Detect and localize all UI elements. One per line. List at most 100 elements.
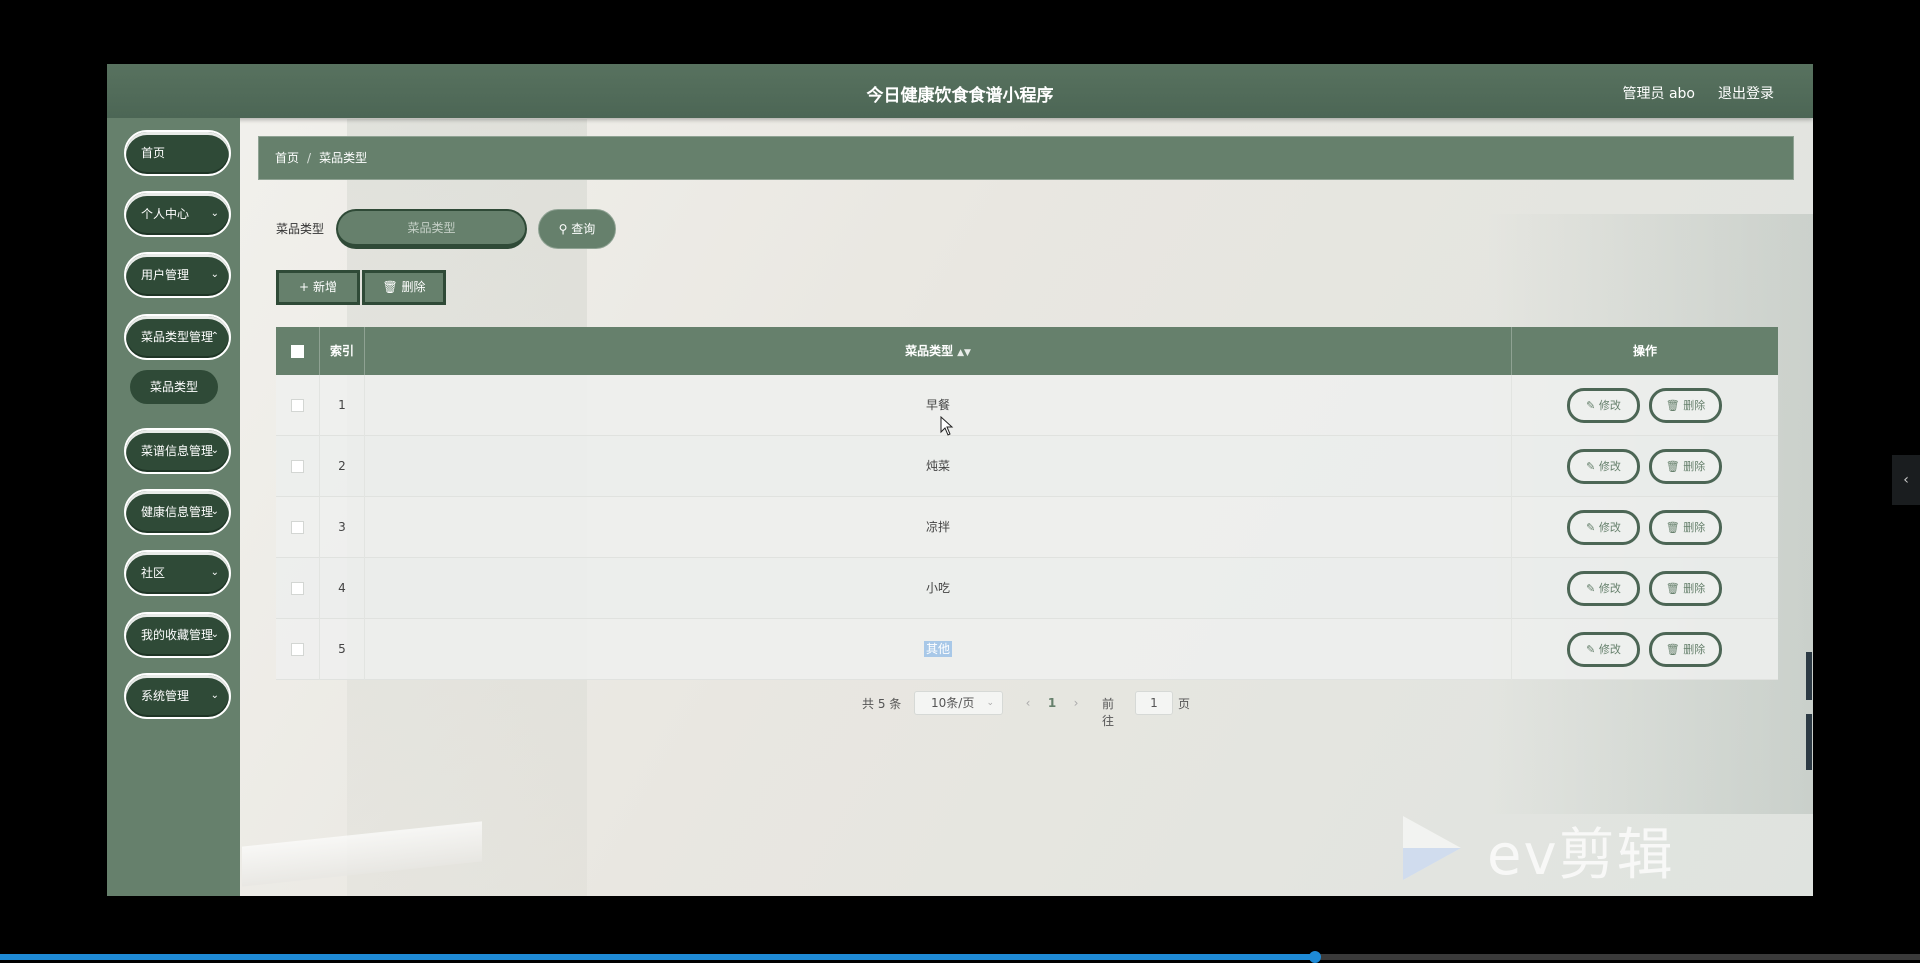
chevron-down-icon: ⌄ [986, 698, 994, 708]
page-size-value: 10条/页 [931, 696, 975, 710]
video-progress-track[interactable] [0, 951, 1920, 963]
row-index: 2 [320, 436, 365, 497]
column-header-type[interactable]: 菜品类型 ▲▼ [365, 327, 1512, 375]
chevron-down-icon: ⌄ [210, 690, 219, 701]
chevron-up-icon: ⌃ [210, 331, 219, 342]
delete-button-label: 删除 [401, 280, 426, 294]
chevron-left-icon: ‹ [1903, 472, 1909, 488]
watermark-text: ev剪辑 [1487, 823, 1675, 888]
edit-button[interactable]: ✎ 修改 [1567, 510, 1640, 545]
row-type: 凉拌 [365, 497, 1512, 558]
pagination-total: 共 5 条 [862, 697, 902, 711]
video-progress-handle[interactable] [1309, 951, 1322, 963]
table-row: 1 早餐 ✎ 修改 🗑 删除 [276, 375, 1778, 436]
sidebar-item-health-management[interactable]: 健康信息管理 ⌄ [124, 489, 231, 535]
sidebar: 首页 个人中心 ⌄ 用户管理 ⌄ 菜品类型管理 ⌃ 菜品类型 菜谱信息管理 ⌄ … [107, 118, 240, 896]
page-size-select[interactable]: 10条/页 ⌄ [914, 691, 1003, 715]
column-header-type-label: 菜品类型 [905, 344, 954, 358]
row-checkbox[interactable] [291, 460, 304, 473]
delete-button[interactable]: 🗑 删除 [1649, 388, 1722, 423]
sidebar-item-label: 社区 [141, 566, 166, 580]
column-header-index: 索引 [320, 327, 365, 375]
sidebar-item-label: 菜品类型管理 [141, 330, 214, 344]
add-button[interactable]: + 新增 [276, 270, 360, 305]
row-checkbox[interactable] [291, 521, 304, 534]
select-all-checkbox[interactable] [291, 345, 304, 358]
row-checkbox[interactable] [291, 582, 304, 595]
delete-button[interactable]: 🗑 删除 [1649, 510, 1722, 545]
trash-icon: 🗑 [1665, 582, 1680, 595]
delete-button[interactable]: 🗑 删除 [1649, 449, 1722, 484]
sidebar-item-recipe-management[interactable]: 菜谱信息管理 ⌄ [124, 428, 231, 474]
scrollbar-mark[interactable] [1806, 714, 1812, 770]
row-checkbox[interactable] [291, 643, 304, 656]
row-check-cell [276, 558, 320, 619]
sidebar-item-label: 系统管理 [141, 689, 190, 703]
row-type: 其他 [923, 641, 952, 657]
table-row: 3 凉拌 ✎ 修改 🗑 删除 [276, 497, 1778, 558]
sidebar-item-label: 健康信息管理 [141, 505, 214, 519]
delete-button-label: 删除 [1683, 399, 1706, 412]
row-index: 5 [320, 619, 365, 680]
video-progress-fill [0, 954, 1316, 960]
row-checkbox[interactable] [291, 399, 304, 412]
delete-button-label: 删除 [1683, 643, 1706, 656]
table-header: 索引 菜品类型 ▲▼ 操作 [276, 327, 1778, 375]
row-index: 4 [320, 558, 365, 619]
row-ops: ✎ 修改 🗑 删除 [1512, 558, 1778, 619]
row-check-cell [276, 497, 320, 558]
breadcrumb-current: 菜品类型 [319, 151, 368, 165]
page-number[interactable]: 1 [1040, 691, 1064, 715]
breadcrumb-home[interactable]: 首页 [275, 151, 299, 165]
sidebar-item-favorites[interactable]: 我的收藏管理 ⌄ [124, 612, 231, 658]
column-header-ops: 操作 [1632, 344, 1657, 358]
sidebar-item-system-management[interactable]: 系统管理 ⌄ [124, 673, 231, 719]
next-page-button[interactable]: › [1064, 691, 1088, 715]
sidebar-item-home[interactable]: 首页 [124, 130, 231, 176]
row-type-cell: 其他 [365, 619, 1512, 680]
search-label: 菜品类型 [276, 222, 325, 236]
edit-button[interactable]: ✎ 修改 [1567, 449, 1640, 484]
row-type: 小吃 [365, 558, 1512, 619]
edit-icon: ✎ [1586, 521, 1596, 534]
delete-button-label: 删除 [1683, 582, 1706, 595]
edit-icon: ✎ [1586, 460, 1596, 473]
logout-link[interactable]: 退出登录 [1718, 83, 1774, 103]
scrollbar-mark[interactable] [1806, 652, 1812, 700]
sidebar-subitem-dish-type[interactable]: 菜品类型 [130, 370, 218, 404]
sidebar-item-community[interactable]: 社区 ⌄ [124, 550, 231, 596]
batch-delete-button[interactable]: 🗑 删除 [362, 270, 446, 305]
edit-button[interactable]: ✎ 修改 [1567, 388, 1640, 423]
sidebar-item-label: 首页 [141, 146, 166, 160]
row-index: 3 [320, 497, 365, 558]
edit-button-label: 修改 [1598, 643, 1621, 656]
breadcrumb-separator: / [307, 151, 312, 165]
edit-button[interactable]: ✎ 修改 [1567, 571, 1640, 606]
goto-page-input[interactable] [1135, 691, 1173, 715]
sidebar-item-label: 我的收藏管理 [141, 628, 214, 642]
plus-icon: + [299, 280, 310, 294]
row-check-cell [276, 375, 320, 436]
delete-button[interactable]: 🗑 删除 [1649, 632, 1722, 667]
edit-icon: ✎ [1586, 582, 1596, 595]
screen: 今日健康饮食食谱小程序 管理员 abo 退出登录 首页 个人中心 ⌄ 用户管理 … [0, 0, 1920, 963]
chevron-down-icon: ⌄ [210, 208, 219, 219]
row-type: 炖菜 [365, 436, 1512, 497]
sort-icon[interactable]: ▲▼ [957, 348, 971, 358]
top-header: 今日健康饮食食谱小程序 管理员 abo 退出登录 [107, 64, 1813, 118]
search-button[interactable]: ⚲ 查询 [538, 209, 616, 249]
prev-page-button[interactable]: ‹ [1016, 691, 1040, 715]
side-panel-toggle[interactable]: ‹ [1892, 455, 1920, 505]
sidebar-item-dish-type-management[interactable]: 菜品类型管理 ⌃ [124, 314, 231, 360]
delete-button-label: 删除 [1683, 460, 1706, 473]
delete-button[interactable]: 🗑 删除 [1649, 571, 1722, 606]
search-input[interactable] [336, 209, 527, 249]
sidebar-item-user-management[interactable]: 用户管理 ⌄ [124, 252, 231, 298]
sidebar-item-personal-center[interactable]: 个人中心 ⌄ [124, 191, 231, 237]
edit-icon: ✎ [1586, 399, 1596, 412]
row-check-cell [276, 619, 320, 680]
row-ops: ✎ 修改 🗑 删除 [1512, 497, 1778, 558]
edit-button-label: 修改 [1598, 399, 1621, 412]
edit-button[interactable]: ✎ 修改 [1567, 632, 1640, 667]
app-window: 今日健康饮食食谱小程序 管理员 abo 退出登录 首页 个人中心 ⌄ 用户管理 … [107, 64, 1813, 896]
